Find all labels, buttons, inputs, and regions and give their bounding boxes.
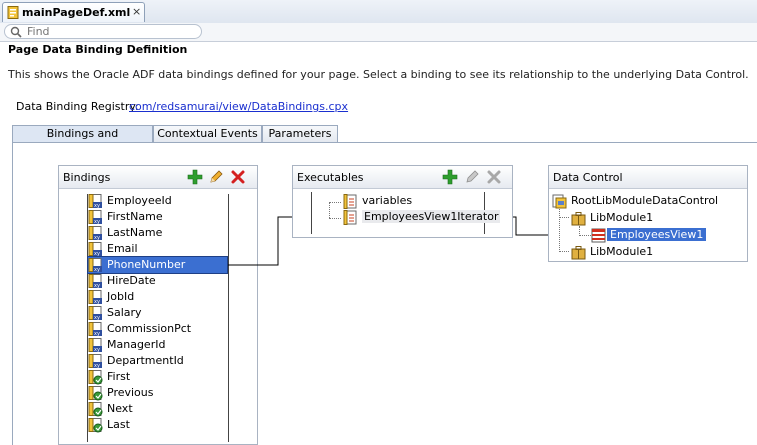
module-briefcase-icon xyxy=(571,246,586,260)
variables-icon xyxy=(343,194,357,209)
executable-label: EmployeesView1Iterator xyxy=(362,210,501,223)
module-briefcase-icon xyxy=(571,212,586,226)
delete-icon[interactable] xyxy=(486,169,502,185)
view-object-icon xyxy=(591,228,606,243)
iterator-icon xyxy=(343,210,357,225)
data-control-icon xyxy=(552,194,567,209)
executables-panel-header: Executables xyxy=(293,166,512,189)
add-icon[interactable] xyxy=(442,169,458,185)
data-control-panel-title: Data Control xyxy=(553,171,623,184)
data-control-module-label: LibModule1 xyxy=(590,245,654,258)
executables-panel-title: Executables xyxy=(297,171,364,184)
data-control-panel-header: Data Control xyxy=(549,166,747,189)
data-control-view-label: EmployeesView1 xyxy=(607,228,707,241)
edit-pencil-icon[interactable] xyxy=(464,169,480,185)
executable-label: variables xyxy=(362,194,413,207)
data-control-root-label: RootLibModuleDataControl xyxy=(571,194,719,207)
data-control-module-label: LibModule1 xyxy=(590,211,654,224)
